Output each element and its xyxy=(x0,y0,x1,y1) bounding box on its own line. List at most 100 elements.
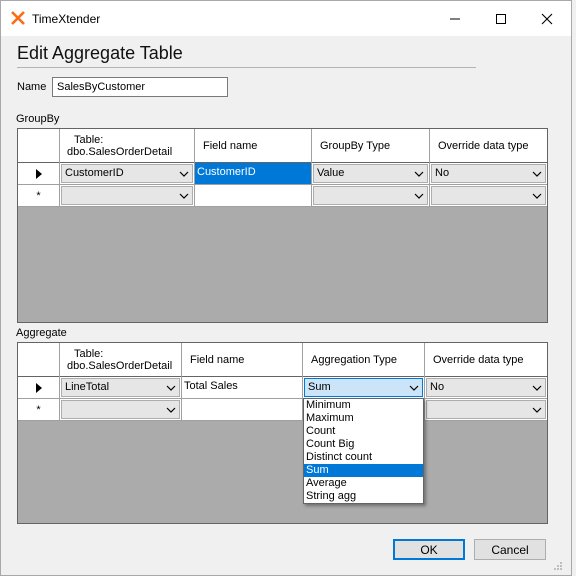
groupby-field-value: CustomerID xyxy=(197,166,256,178)
dropdown-option-minimum[interactable]: Minimum xyxy=(304,399,423,412)
chevron-down-icon[interactable] xyxy=(411,187,427,204)
aggregate-col-table-line2: dbo.SalesOrderDetail xyxy=(67,360,173,372)
new-row-marker: * xyxy=(36,403,41,416)
new-row-selector[interactable]: * xyxy=(18,399,60,421)
close-icon xyxy=(541,13,553,24)
dropdown-option-distinct-count[interactable]: Distinct count xyxy=(304,451,423,464)
aggregate-field-cell[interactable]: Total Sales xyxy=(182,377,303,399)
groupby-col-table[interactable]: Table: dbo.SalesOrderDetail xyxy=(60,129,195,163)
aggregate-field-value: Total Sales xyxy=(184,380,238,392)
groupby-type-combo[interactable]: Value xyxy=(313,164,428,183)
dialog-window: TimeXtender Edit Aggregate Table Name Gr… xyxy=(0,0,572,576)
ok-button[interactable]: OK xyxy=(393,539,465,560)
chevron-down-icon[interactable] xyxy=(163,401,179,418)
groupby-table-combo[interactable]: CustomerID xyxy=(61,164,193,183)
groupby-type-value: Value xyxy=(317,167,345,179)
aggregate-new-table-cell[interactable] xyxy=(60,399,182,421)
aggregate-type-value: Sum xyxy=(308,381,331,393)
aggregate-row-1[interactable]: LineTotal Total Sales Sum No xyxy=(18,377,547,399)
aggregate-table-combo[interactable]: LineTotal xyxy=(61,378,180,397)
chevron-down-icon[interactable] xyxy=(411,165,427,182)
aggregate-new-override-combo[interactable] xyxy=(426,400,546,419)
dropdown-option-count[interactable]: Count xyxy=(304,425,423,438)
groupby-section-label: GroupBy xyxy=(16,113,60,125)
chevron-down-icon[interactable] xyxy=(529,379,545,396)
aggregate-col-field[interactable]: Field name xyxy=(182,343,303,377)
groupby-col-table-line1: Table: xyxy=(74,134,104,146)
dropdown-option-maximum[interactable]: Maximum xyxy=(304,412,423,425)
groupby-override-value: No xyxy=(435,167,450,179)
timextender-logo-icon xyxy=(11,11,25,25)
groupby-override-combo[interactable]: No xyxy=(431,164,546,183)
groupby-col-table-line2: dbo.SalesOrderDetail xyxy=(67,146,173,158)
chevron-down-icon[interactable] xyxy=(406,379,422,396)
aggregate-override-cell[interactable]: No xyxy=(425,377,547,399)
chevron-down-icon[interactable] xyxy=(163,379,179,396)
groupby-col-type[interactable]: GroupBy Type xyxy=(312,129,430,163)
heading-divider xyxy=(17,67,476,68)
groupby-grid[interactable]: Table: dbo.SalesOrderDetail Field name G… xyxy=(17,128,548,323)
groupby-col-override[interactable]: Override data type xyxy=(430,129,547,163)
chevron-down-icon[interactable] xyxy=(529,401,545,418)
groupby-table-value: CustomerID xyxy=(65,167,124,179)
name-label: Name xyxy=(17,81,47,93)
groupby-row-1[interactable]: CustomerID CustomerID Value No xyxy=(18,163,547,185)
chevron-down-icon[interactable] xyxy=(529,187,545,204)
close-button[interactable] xyxy=(524,1,570,36)
aggregate-col-table[interactable]: Table: dbo.SalesOrderDetail xyxy=(60,343,182,377)
dropdown-option-string-agg[interactable]: String agg xyxy=(304,490,423,503)
groupby-new-override-combo[interactable] xyxy=(431,186,546,205)
name-input[interactable] xyxy=(52,77,228,97)
aggregate-grid-header: Table: dbo.SalesOrderDetail Field name A… xyxy=(18,343,547,377)
groupby-type-cell[interactable]: Value xyxy=(312,163,430,185)
resize-grip-icon[interactable] xyxy=(553,561,563,571)
maximize-button[interactable] xyxy=(478,1,524,36)
minimize-button[interactable] xyxy=(432,1,478,36)
groupby-new-table-combo[interactable] xyxy=(61,186,193,205)
window-title: TimeXtender xyxy=(32,12,101,26)
aggregate-col-override[interactable]: Override data type xyxy=(425,343,547,377)
dropdown-option-average[interactable]: Average xyxy=(304,477,423,490)
aggregate-type-combo[interactable]: Sum xyxy=(304,378,423,397)
aggregation-type-dropdown[interactable]: Minimum Maximum Count Count Big Distinct… xyxy=(303,398,424,504)
dropdown-option-count-big[interactable]: Count Big xyxy=(304,438,423,451)
new-row-selector[interactable]: * xyxy=(18,185,60,207)
aggregate-override-value: No xyxy=(430,381,445,393)
new-row-marker: * xyxy=(36,189,41,202)
groupby-table-cell[interactable]: CustomerID xyxy=(60,163,195,185)
aggregate-section-label: Aggregate xyxy=(16,327,67,339)
aggregate-table-cell[interactable]: LineTotal xyxy=(60,377,182,399)
current-row-arrow-icon xyxy=(35,382,42,393)
aggregate-col-table-line1: Table: xyxy=(74,348,104,360)
groupby-new-table-cell[interactable] xyxy=(60,185,195,207)
groupby-override-cell[interactable]: No xyxy=(430,163,547,185)
aggregate-grid[interactable]: Table: dbo.SalesOrderDetail Field name A… xyxy=(17,342,548,524)
cancel-button[interactable]: Cancel xyxy=(474,539,546,560)
dropdown-option-sum[interactable]: Sum xyxy=(304,464,423,477)
groupby-new-type-cell[interactable] xyxy=(312,185,430,207)
aggregate-new-override-cell[interactable] xyxy=(425,399,547,421)
aggregate-type-cell[interactable]: Sum xyxy=(303,377,425,399)
aggregate-override-combo[interactable]: No xyxy=(426,378,546,397)
aggregate-col-type[interactable]: Aggregation Type xyxy=(303,343,425,377)
current-row-arrow-icon xyxy=(35,168,42,179)
row-selector[interactable] xyxy=(18,163,60,185)
chevron-down-icon[interactable] xyxy=(176,187,192,204)
maximize-icon xyxy=(496,13,506,24)
aggregate-new-field-cell[interactable] xyxy=(182,399,303,421)
groupby-new-type-combo[interactable] xyxy=(313,186,428,205)
aggregate-new-row[interactable]: * xyxy=(18,399,547,421)
groupby-grid-header: Table: dbo.SalesOrderDetail Field name G… xyxy=(18,129,547,163)
groupby-new-override-cell[interactable] xyxy=(430,185,547,207)
groupby-new-row[interactable]: * xyxy=(18,185,547,207)
minimize-icon xyxy=(450,18,460,19)
groupby-col-field[interactable]: Field name xyxy=(195,129,312,163)
row-header-corner xyxy=(18,129,60,163)
row-selector[interactable] xyxy=(18,377,60,399)
aggregate-new-table-combo[interactable] xyxy=(61,400,180,419)
chevron-down-icon[interactable] xyxy=(529,165,545,182)
row-header-corner xyxy=(18,343,60,377)
groupby-new-field-cell[interactable] xyxy=(195,185,312,207)
groupby-field-cell[interactable]: CustomerID xyxy=(195,163,312,185)
chevron-down-icon[interactable] xyxy=(176,165,192,182)
